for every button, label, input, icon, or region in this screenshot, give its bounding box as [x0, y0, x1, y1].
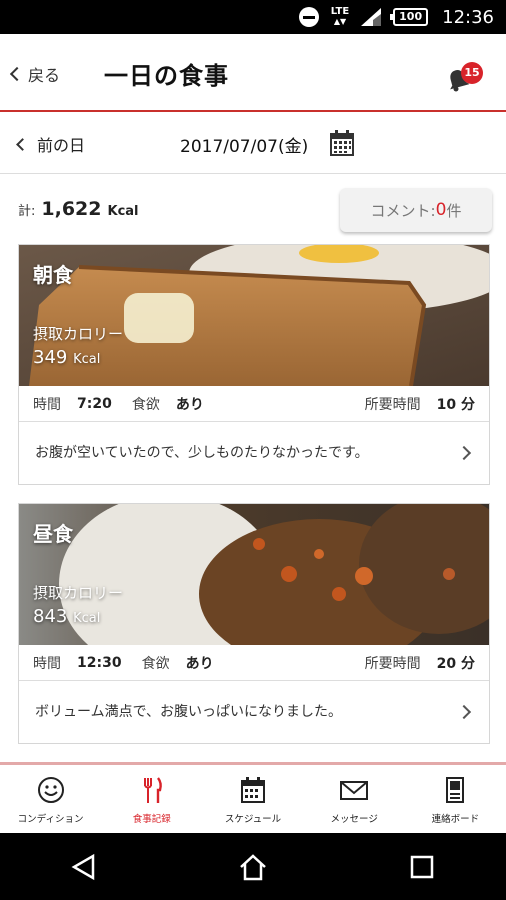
notification-badge: 15: [461, 62, 483, 84]
memo-text: ボリューム満点で、お腹いっぱいになりました。: [35, 704, 343, 720]
meal-memo[interactable]: ボリューム満点で、お腹いっぱいになりました。: [19, 681, 489, 743]
notification-button[interactable]: 15: [445, 62, 485, 98]
home-icon: [240, 853, 266, 880]
previous-day-label: 前の日: [37, 136, 86, 155]
comment-suffix: 件: [446, 201, 462, 220]
back-button[interactable]: 戻る: [9, 62, 61, 86]
time-label: 時間: [33, 396, 61, 413]
do-not-disturb-icon: [298, 7, 319, 27]
time-value: 12:30: [77, 654, 122, 671]
tab-label: スケジュール: [224, 814, 282, 825]
tab-meal-record[interactable]: 食事記録: [101, 765, 202, 833]
smiley-icon: [37, 777, 64, 803]
comment-count: 0: [435, 200, 447, 220]
tab-condition[interactable]: コンディション: [0, 765, 101, 833]
calorie-number: 843: [33, 606, 68, 627]
status-time: 12:36: [442, 6, 494, 28]
app-header: 戻る 一日の食事 15: [0, 34, 506, 112]
total-unit: Kcal: [107, 204, 139, 219]
meal-title: 昼食: [33, 522, 73, 546]
calorie-number: 349: [33, 347, 68, 368]
calendar-picker-icon[interactable]: [330, 130, 354, 156]
meal-info-row: 時間 7:20 食欲 あり 所要時間 10 分: [19, 386, 489, 422]
meal-info-row: 時間 12:30 食欲 あり 所要時間 20 分: [19, 645, 489, 681]
time-value: 7:20: [77, 395, 112, 412]
duration-label: 所要時間: [364, 655, 421, 672]
tab-contact-board[interactable]: 連絡ボード: [405, 765, 506, 833]
memo-text: お腹が空いていたので、少しものたりなかったです。: [35, 445, 369, 461]
total-prefix: 計:: [18, 204, 36, 219]
tab-label: メッセージ: [330, 814, 378, 825]
daily-total: 計: 1,622 Kcal: [18, 198, 139, 220]
bottom-tab-bar: コンディション 食事記録 スケジュール メッセージ 連絡ボード: [0, 762, 506, 833]
calorie-label: 摂取カロリー: [33, 584, 124, 602]
appetite-label: 食欲: [141, 655, 170, 672]
calorie-label: 摂取カロリー: [33, 325, 124, 343]
calendar-icon: [241, 777, 265, 803]
meal-card-breakfast[interactable]: 朝食 摂取カロリー 349 Kcal 時間 7:20 食欲 あり 所要時間 10…: [18, 244, 490, 485]
nav-back-button[interactable]: [64, 847, 104, 887]
network-type: LTE: [330, 6, 350, 17]
chevron-right-icon: [456, 445, 472, 461]
back-triangle-icon: [71, 853, 95, 880]
appetite-label: 食欲: [131, 396, 160, 413]
tab-label: 連絡ボード: [431, 814, 480, 825]
data-arrows-icon: ▲▼: [333, 17, 347, 26]
nav-home-button[interactable]: [233, 847, 273, 887]
calorie-unit: Kcal: [73, 611, 101, 626]
network-indicator: LTE ▲▼: [331, 7, 349, 27]
tab-schedule[interactable]: スケジュール: [202, 765, 303, 833]
duration-value: 10 分: [436, 396, 475, 413]
comment-label: コメント:: [370, 201, 436, 220]
calorie-unit: Kcal: [73, 352, 101, 367]
tab-message[interactable]: メッセージ: [304, 765, 405, 833]
nav-recents-button[interactable]: [402, 847, 442, 887]
meal-memo[interactable]: お腹が空いていたので、少しものたりなかったです。: [19, 422, 489, 484]
page-title: 一日の食事: [104, 62, 229, 90]
board-icon: [446, 777, 465, 803]
tab-label: 食事記録: [132, 814, 171, 825]
appetite-value: あり: [185, 655, 214, 672]
previous-day-button[interactable]: 前の日: [16, 132, 86, 156]
total-calories: 1,622: [41, 198, 102, 220]
recents-square-icon: [410, 855, 433, 878]
date-navigation: 前の日 2017/07/07(金): [0, 112, 506, 174]
time-label: 時間: [33, 655, 61, 672]
back-label: 戻る: [28, 66, 61, 85]
meal-title: 朝食: [33, 263, 73, 287]
duration-label: 所要時間: [364, 396, 421, 413]
meal-photo: 昼食 摂取カロリー 843 Kcal: [19, 504, 489, 645]
battery-icon: 100: [390, 8, 429, 26]
current-date: 2017/07/07(金): [180, 137, 309, 157]
meal-card-lunch[interactable]: 昼食 摂取カロリー 843 Kcal 時間 12:30 食欲 あり 所要時間 2…: [18, 503, 490, 744]
chevron-right-icon: [456, 704, 472, 720]
tab-label: コンディション: [17, 814, 84, 825]
chevron-left-icon: [16, 137, 29, 151]
calorie-value: 349 Kcal: [33, 347, 100, 368]
fork-knife-icon: [143, 777, 162, 803]
system-navigation-bar: [0, 833, 506, 900]
signal-icon: [361, 8, 382, 26]
appetite-value: あり: [175, 396, 204, 413]
calorie-value: 843 Kcal: [33, 606, 100, 627]
envelope-icon: [340, 781, 369, 800]
duration-value: 20 分: [436, 655, 475, 672]
meal-photo: 朝食 摂取カロリー 349 Kcal: [19, 245, 489, 386]
comment-button[interactable]: コメント: 0 件: [340, 188, 492, 232]
status-bar: LTE ▲▼ 100 12:36: [0, 0, 506, 34]
chevron-left-icon: [9, 66, 25, 82]
